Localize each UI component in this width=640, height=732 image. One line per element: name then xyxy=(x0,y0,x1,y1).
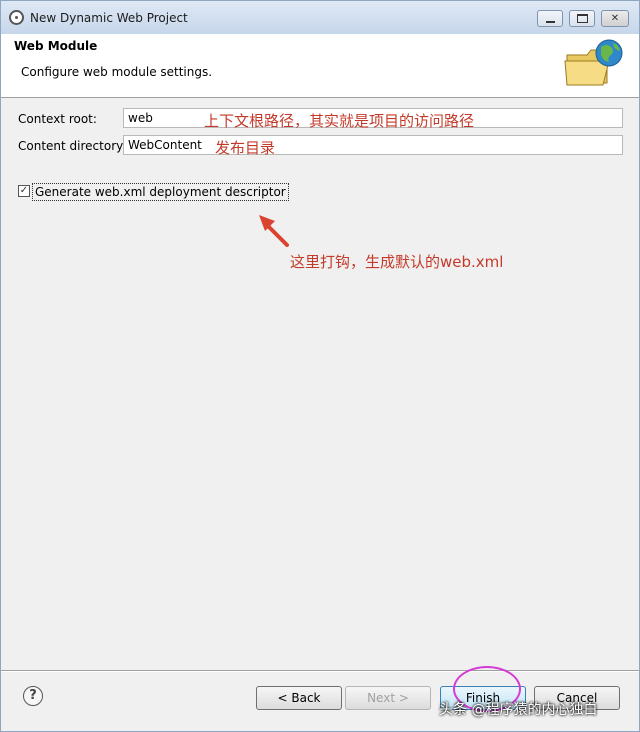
checkbox-annotation: 这里打钩，生成默认的web.xml xyxy=(290,253,504,271)
annotation-arrow-icon xyxy=(259,215,289,247)
minimize-icon xyxy=(545,20,555,23)
content-directory-label: Content directory: xyxy=(18,139,127,153)
eclipse-icon xyxy=(9,10,24,25)
title-bar: New Dynamic Web Project ✕ xyxy=(1,1,639,34)
close-button[interactable]: ✕ xyxy=(601,10,629,27)
folder-globe-icon xyxy=(564,39,623,86)
help-icon[interactable]: ? xyxy=(23,686,43,706)
content-directory-annotation: 发布目录 xyxy=(215,139,276,157)
button-bar-separator xyxy=(1,670,639,672)
context-root-label: Context root: xyxy=(18,112,97,126)
maximize-icon xyxy=(576,14,588,23)
page-description: Configure web module settings. xyxy=(21,65,213,79)
page-title: Web Module xyxy=(14,39,98,53)
back-button[interactable]: < Back xyxy=(256,686,342,710)
close-icon: ✕ xyxy=(610,12,620,24)
maximize-button[interactable] xyxy=(569,10,595,27)
generate-descriptor-label[interactable]: Generate web.xml deployment descriptor xyxy=(32,183,289,201)
watermark: 头条 @程序猿的内心独白 xyxy=(439,702,598,718)
context-root-annotation: 上下文根路径，其实就是项目的访问路径 xyxy=(204,112,475,130)
wizard-header: Web Module Configure web module settings… xyxy=(1,34,639,98)
window-title: New Dynamic Web Project xyxy=(30,11,188,25)
content-directory-input[interactable]: WebContent xyxy=(123,135,623,155)
next-button[interactable]: Next > xyxy=(345,686,431,710)
minimize-button[interactable] xyxy=(537,10,563,27)
dialog-window: New Dynamic Web Project ✕ Web Module Con… xyxy=(0,0,640,732)
generate-descriptor-checkbox[interactable]: ✓ xyxy=(18,185,30,197)
